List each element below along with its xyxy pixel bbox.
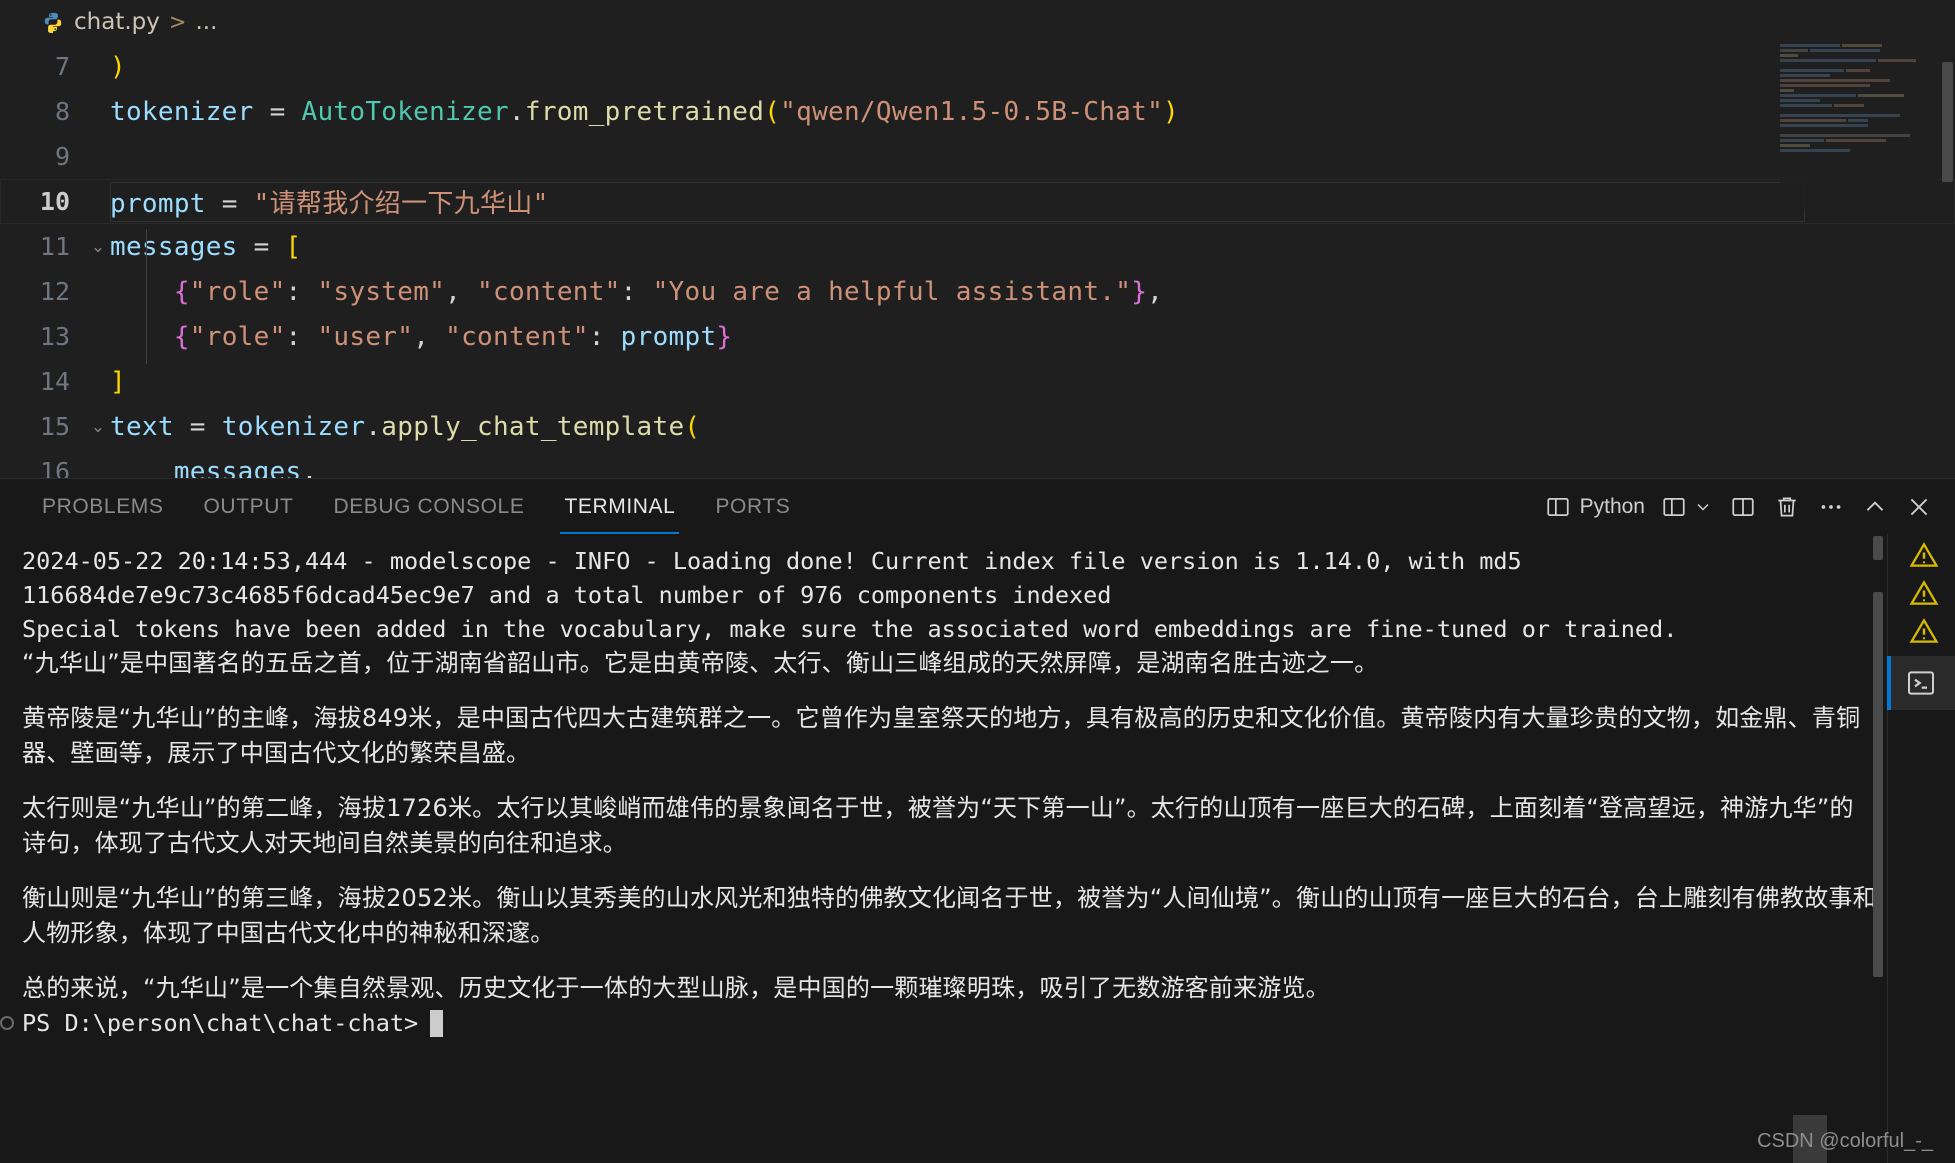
editor-scrollbar[interactable]	[1940, 44, 1955, 478]
code-text: )	[110, 51, 126, 82]
tab-label: TERMINAL	[564, 494, 676, 518]
code-text: {"role": "system", "content": "You are a…	[173, 276, 1164, 307]
bottom-panel: PROBLEMS OUTPUT DEBUG CONSOLE TERMINAL P…	[0, 478, 1955, 1163]
terminal-tabs-sidebar[interactable]	[1887, 534, 1955, 1163]
terminal-line: Special tokens have been added in the vo…	[22, 615, 1678, 643]
new-terminal-button[interactable]	[1655, 487, 1719, 527]
line-number: 7	[54, 52, 70, 81]
code-text: prompt = "请帮我介绍一下九华山"	[110, 189, 549, 219]
chevron-up-icon	[1866, 500, 1884, 511]
vscode-window: chat.py > ... 7 ) 8 tokenizer = AutoToke…	[0, 0, 1955, 1163]
split-terminal-button[interactable]	[1723, 487, 1763, 527]
fold-chevron-down-icon[interactable]: ⌄	[86, 237, 110, 257]
code-line-active[interactable]: 10 prompt = "请帮我介绍一下九华山"	[0, 179, 1955, 224]
code-text: {"role": "user", "content": prompt}	[173, 321, 733, 352]
tab-label: OUTPUT	[203, 494, 294, 518]
warning-triangle-icon[interactable]	[1909, 616, 1939, 646]
code-line[interactable]: 13 {"role": "user", "content": prompt}	[0, 314, 1955, 359]
tab-label: PORTS	[715, 494, 791, 518]
terminal-prompt-text: PS D:\person\chat\chat-chat>	[22, 1009, 419, 1037]
line-number: 12	[39, 277, 70, 306]
breadcrumb: chat.py > ...	[0, 0, 1955, 44]
terminal-tab-item[interactable]	[1887, 656, 1955, 710]
tab-label: PROBLEMS	[42, 494, 164, 518]
terminal-line: 总的来说，“九华山”是一个集自然景观、历史文化于一体的大型山脉，是中国的一颗璀璨…	[22, 974, 1330, 1002]
terminal-line: 太行则是“九华山”的第二峰，海拔1726米。太行以其峻峭而雄伟的景象闻名于世，被…	[22, 794, 1854, 857]
new-terminal-icon	[1663, 497, 1685, 516]
command-decoration-icon	[0, 1016, 14, 1030]
line-number: 13	[39, 322, 70, 351]
tab-label: DEBUG CONSOLE	[333, 494, 525, 518]
terminal-shell-selector[interactable]: Python	[1539, 487, 1651, 527]
terminal-scrollbar-thumb-top[interactable]	[1873, 536, 1883, 560]
split-terminal-icon	[1732, 497, 1754, 516]
fold-chevron-down-icon[interactable]: ⌄	[86, 417, 110, 437]
code-line[interactable]: 14 ]	[0, 359, 1955, 404]
terminal-prompt-row[interactable]: PS D:\person\chat\chat-chat>	[0, 1006, 1877, 1040]
terminal-output[interactable]: 2024-05-22 20:14:53,444 - modelscope - I…	[0, 534, 1955, 1163]
breadcrumb-file-name[interactable]: chat.py	[74, 9, 160, 35]
split-panel-icon	[1546, 497, 1569, 516]
code-line[interactable]: 7 )	[0, 44, 1955, 89]
code-editor[interactable]: 7 ) 8 tokenizer = AutoTokenizer.from_pre…	[0, 44, 1955, 478]
code-text: tokenizer = AutoTokenizer.from_pretraine…	[110, 96, 1180, 127]
python-file-icon	[44, 12, 62, 33]
code-line[interactable]: 11 ⌄ messages = [	[0, 224, 1955, 269]
terminal-shell-label: Python	[1579, 494, 1645, 518]
panel-header: PROBLEMS OUTPUT DEBUG CONSOLE TERMINAL P…	[0, 479, 1955, 534]
code-text: text = tokenizer.apply_chat_template(	[110, 411, 701, 442]
breadcrumb-overflow[interactable]: ...	[195, 9, 217, 35]
code-text: ]	[110, 366, 126, 397]
editor-scrollbar-thumb[interactable]	[1942, 62, 1953, 182]
panel-more-actions-button[interactable]	[1811, 487, 1851, 527]
trash-icon	[1778, 496, 1796, 517]
panel-tab-list: PROBLEMS OUTPUT DEBUG CONSOLE TERMINAL P…	[22, 479, 810, 534]
ellipsis-icon	[1821, 504, 1841, 509]
line-number: 8	[54, 97, 70, 126]
code-line[interactable]: 12 {"role": "system", "content": "You ar…	[0, 269, 1955, 314]
code-line[interactable]: 15 ⌄ text = tokenizer.apply_chat_templat…	[0, 404, 1955, 449]
warning-triangle-icon[interactable]	[1909, 540, 1939, 570]
tab-output[interactable]: OUTPUT	[184, 479, 314, 534]
code-line[interactable]: 9	[0, 134, 1955, 179]
line-number: 16	[39, 457, 70, 478]
kill-terminal-button[interactable]	[1767, 487, 1807, 527]
watermark: CSDN @colorful_-_	[1757, 1130, 1933, 1152]
close-panel-button[interactable]	[1899, 487, 1939, 527]
line-number: 9	[54, 142, 70, 171]
code-line[interactable]: 16 messages,	[0, 449, 1955, 479]
panel-actions: Python	[1539, 479, 1939, 534]
terminal-prompt-icon	[1908, 671, 1934, 695]
line-number: 10	[39, 187, 70, 216]
indent-guide	[146, 229, 147, 364]
line-number: 11	[39, 232, 70, 261]
terminal-scrollbar[interactable]	[1871, 534, 1885, 1163]
tab-debug-console[interactable]: DEBUG CONSOLE	[313, 479, 544, 534]
terminal-line: 2024-05-22 20:14:53,444 - modelscope - I…	[22, 547, 1536, 609]
code-text: messages,	[173, 456, 318, 479]
line-number: 14	[39, 367, 70, 396]
breadcrumb-separator-icon: >	[168, 9, 187, 34]
terminal-cursor	[430, 1009, 444, 1037]
minimap[interactable]	[1780, 44, 1940, 209]
terminal-scrollbar-thumb[interactable]	[1873, 592, 1883, 977]
code-text: messages = [	[110, 231, 302, 262]
tab-problems[interactable]: PROBLEMS	[22, 479, 184, 534]
maximize-panel-button[interactable]	[1855, 487, 1895, 527]
terminal-line: “九华山”是中国著名的五岳之首，位于湖南省韶山市。它是由黄帝陵、太行、衡山三峰组…	[22, 649, 1379, 677]
chevron-down-icon[interactable]	[1693, 497, 1713, 517]
tab-ports[interactable]: PORTS	[695, 479, 810, 534]
code-line[interactable]: 8 tokenizer = AutoTokenizer.from_pretrai…	[0, 89, 1955, 134]
close-icon	[1910, 498, 1928, 515]
tab-terminal[interactable]: TERMINAL	[544, 479, 695, 534]
warning-triangle-icon[interactable]	[1909, 578, 1939, 608]
line-number: 15	[39, 412, 70, 441]
terminal-line: 黄帝陵是“九华山”的主峰，海拔849米，是中国古代四大古建筑群之一。它曾作为皇室…	[22, 704, 1861, 767]
terminal-line: 衡山则是“九华山”的第三峰，海拔2052米。衡山以其秀美的山水风光和独特的佛教文…	[22, 884, 1877, 947]
